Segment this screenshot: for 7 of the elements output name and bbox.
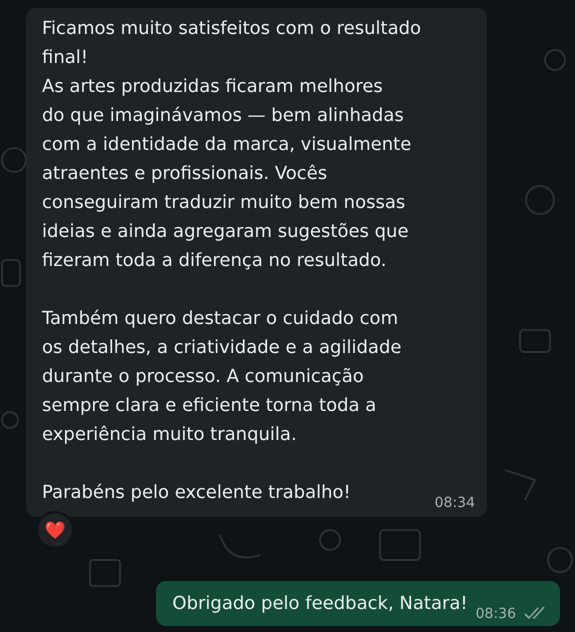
message-text: Também quero destacar o cuidado com os detalhes, a criatividade e a agilidade durante o processo. A comunicação sempre clara e eficiente torna toda a experiência muito tranquila. bbox=[42, 307, 402, 447]
message-text: Obrigado pelo feedback, Natara! bbox=[172, 592, 468, 616]
message-text: Parabéns pelo excelente trabalho! bbox=[42, 481, 351, 505]
message-text: Ficamos muito satisfeitos com o resultado final! As artes produzidas ficaram melhores do que imaginávamos — bem alinhadas com a identidade da marca, visualmente atraentes e profissionais. Vocês conseguiram traduzir muito bem nossas ideias e ainda agregaram sugestões que fizeram toda a diferença no resultado. bbox=[42, 17, 422, 273]
message-time: 08:36 bbox=[476, 606, 516, 622]
reaction-badge[interactable]: ❤ bbox=[36, 511, 74, 549]
message-time: 08:34 bbox=[434, 495, 475, 511]
